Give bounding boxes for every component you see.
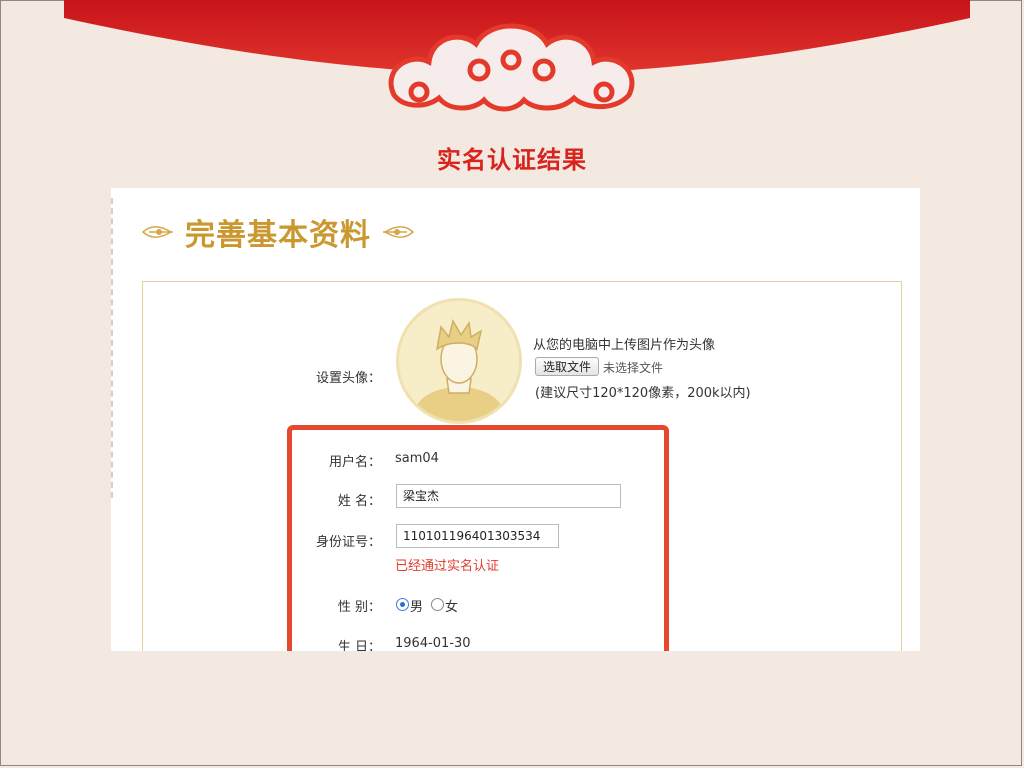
username-label: 用户名： — [328, 455, 381, 470]
name-field[interactable]: 梁宝杰 — [396, 484, 621, 508]
id-number-field[interactable]: 110101196401303534 — [396, 524, 559, 548]
section-header: 完善基本资料 — [141, 210, 415, 254]
leaf-ornament-left-icon — [141, 226, 173, 238]
gender-female-radio[interactable] — [431, 598, 444, 611]
upload-hint: 从您的电脑中上传图片作为头像 — [533, 338, 716, 353]
birthday-value: 1964-01-30 — [395, 636, 471, 651]
gender-label: 性 别： — [337, 600, 381, 615]
leaf-ornament-right-icon — [383, 226, 415, 238]
gender-female-label: 女 — [445, 600, 459, 615]
dashed-divider — [111, 198, 115, 498]
file-status: 未选择文件 — [603, 361, 664, 375]
gender-male-label: 男 — [410, 600, 424, 615]
profile-screenshot: 完善基本资料 设置头像： 从您的电脑中上传图片作为头像 选取文件 未选择文件 (… — [111, 188, 920, 651]
default-avatar-icon — [415, 319, 503, 421]
size-hint: (建议尺寸120*120像素，200k以内) — [535, 386, 751, 401]
birthday-label: 生 日： — [337, 640, 381, 651]
id-number-label: 身份证号： — [315, 535, 381, 550]
name-label: 姓 名： — [337, 494, 381, 509]
verification-status: 已经通过实名认证 — [395, 559, 500, 574]
username-value: sam04 — [395, 451, 439, 466]
gender-male-radio[interactable] — [396, 598, 409, 611]
section-title: 完善基本资料 — [185, 218, 371, 253]
avatar[interactable] — [396, 298, 522, 424]
red-curtain-banner — [64, 0, 970, 112]
choose-file-button[interactable]: 选取文件 — [535, 357, 600, 376]
slide-title: 实名认证结果 — [437, 146, 587, 174]
avatar-label: 设置头像： — [315, 371, 381, 386]
